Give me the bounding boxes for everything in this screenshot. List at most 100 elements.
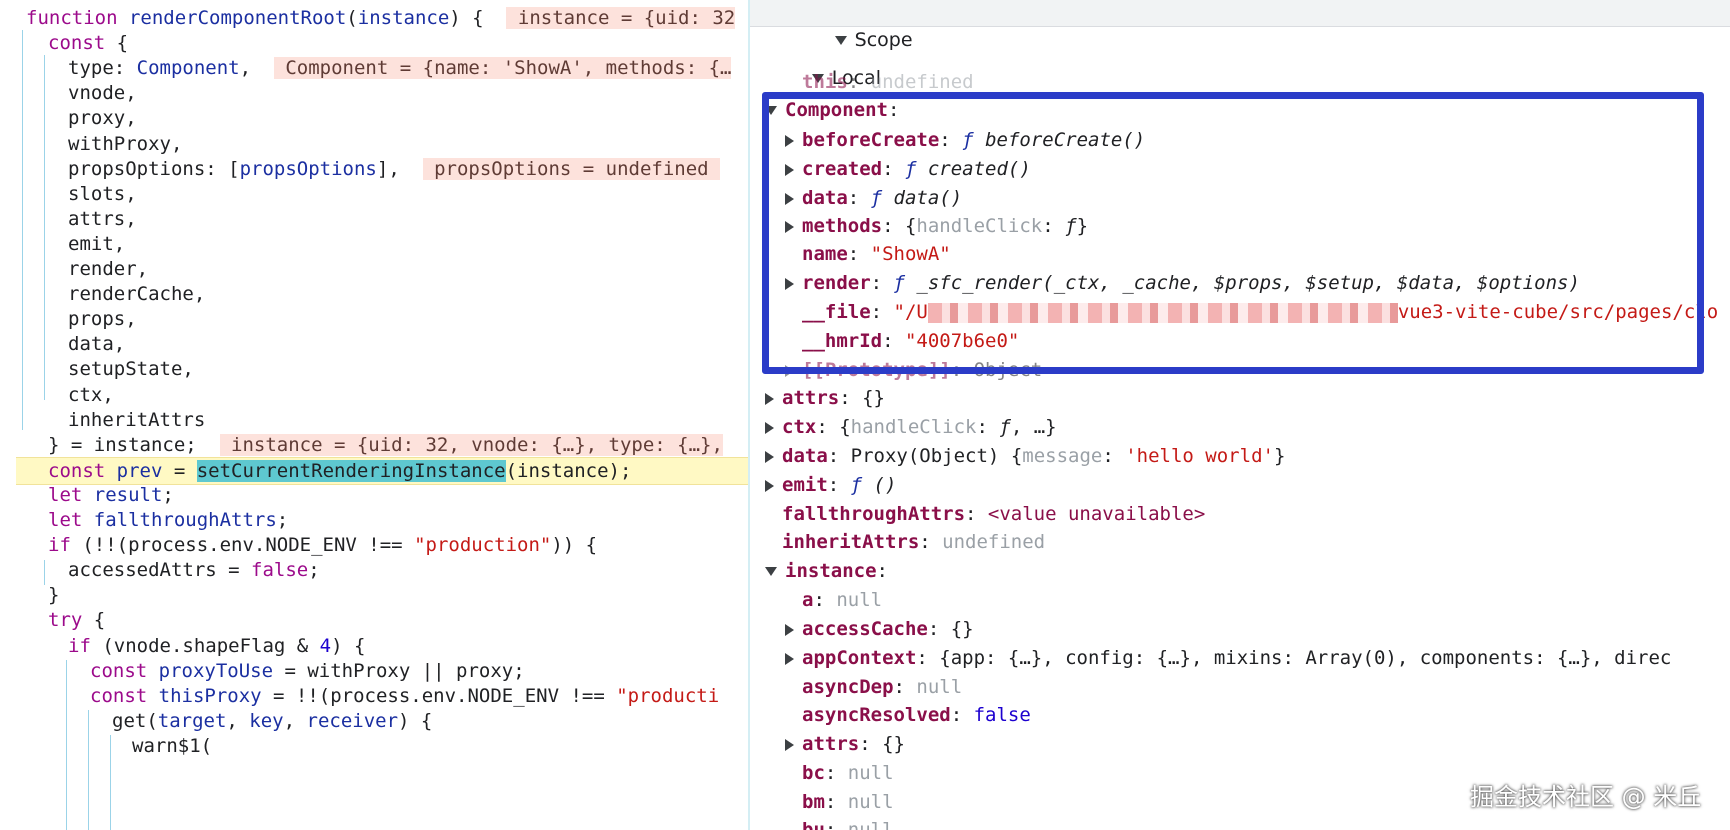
code-token: withProxy,	[68, 132, 183, 155]
property-key: a	[802, 589, 814, 611]
scope-local-row[interactable]: Local	[766, 36, 881, 89]
property-key: emit	[782, 474, 828, 496]
code-token: ;	[308, 559, 320, 582]
code-line[interactable]: const proxyToUse = withProxy || proxy;	[0, 658, 748, 685]
code-token: =	[162, 459, 197, 482]
expand-arrow-icon[interactable]	[785, 652, 794, 665]
property-key: bc	[802, 762, 825, 784]
code-line[interactable]: warn$1(	[0, 733, 748, 760]
code-line[interactable]: ctx,	[0, 382, 748, 409]
code-token: slots,	[68, 182, 137, 205]
code-token: ],	[376, 157, 423, 180]
scope-property-row[interactable]: bc: null	[802, 759, 894, 787]
scope-property-row[interactable]: accessCache: {}	[785, 615, 974, 643]
property-value: <value unavailable>	[987, 503, 1206, 525]
code-line[interactable]: props,	[0, 306, 748, 333]
code-token: "production"	[414, 534, 552, 557]
code-token: {	[116, 32, 129, 55]
code-token: proxy,	[68, 107, 137, 130]
code-token: ctx,	[68, 383, 114, 406]
code-line[interactable]: const {	[0, 30, 748, 57]
code-line[interactable]: type: Component, Component = {name: 'Sho…	[0, 55, 748, 82]
code-line[interactable]: function renderComponentRoot(instance) {…	[0, 5, 748, 32]
property-value: null	[847, 791, 894, 813]
scope-property-row[interactable]: instance:	[765, 557, 888, 585]
code-line[interactable]: vnode,	[0, 80, 748, 107]
code-line[interactable]: }	[0, 582, 748, 609]
code-token: prev	[116, 459, 163, 482]
code-token: const	[48, 459, 117, 482]
expand-arrow-icon[interactable]	[765, 392, 774, 405]
key-separator: :	[950, 704, 974, 726]
code-line[interactable]: slots,	[0, 181, 748, 208]
expand-arrow-icon[interactable]	[785, 623, 794, 636]
code-token: propsOptions	[239, 157, 377, 180]
code-token: emit,	[68, 232, 126, 255]
code-line[interactable]: setupState,	[0, 356, 748, 383]
property-value: {}	[862, 387, 885, 409]
key-separator: :	[893, 676, 917, 698]
code-line[interactable]: attrs,	[0, 206, 748, 233]
scope-property-row[interactable]: data: Proxy(Object) {message: 'hello wor…	[765, 442, 1285, 470]
property-key: attrs	[782, 387, 840, 409]
scope-property-row[interactable]: inheritAttrs: undefined	[782, 528, 1045, 556]
scope-property-row[interactable]: bm: null	[802, 788, 894, 816]
property-value: {app: {…}, config: {…}, mixins: Array(0)…	[939, 647, 1672, 669]
scope-property-row[interactable]: emit: ƒ ()	[765, 471, 896, 499]
expand-arrow-icon[interactable]	[765, 421, 774, 434]
code-line[interactable]: get(target, key, receiver) {	[0, 708, 748, 735]
code-token: const	[48, 32, 117, 55]
code-line[interactable]: proxy,	[0, 105, 748, 132]
collapse-arrow-icon[interactable]	[765, 567, 777, 576]
scope-section-header[interactable]: Scope	[750, 0, 1730, 51]
code-token: accessedAttrs =	[68, 559, 252, 582]
code-line[interactable]: propsOptions: [propsOptions], propsOptio…	[0, 156, 748, 183]
scope-property-row[interactable]: a: null	[802, 586, 882, 614]
code-line[interactable]: inheritAttrs	[0, 407, 748, 434]
scope-property-row[interactable]: attrs: {}	[765, 384, 885, 412]
property-value: null	[847, 819, 894, 830]
code-token: = withProxy || proxy;	[273, 659, 525, 682]
code-line[interactable]: if (!!(process.env.NODE_ENV !== "product…	[0, 532, 748, 559]
code-token: )) {	[551, 534, 598, 557]
property-value: }	[1273, 445, 1286, 467]
code-line[interactable]: emit,	[0, 231, 748, 258]
code-line[interactable]: const thisProxy = !!(process.env.NODE_EN…	[0, 683, 748, 710]
paused-execution-line[interactable]: const prev = setCurrentRenderingInstance…	[16, 456, 748, 485]
code-line[interactable]: data,	[0, 331, 748, 358]
inline-value-badge: Component = {name: 'ShowA', methods: {…	[273, 57, 732, 80]
scope-property-row[interactable]: appContext: {app: {…}, config: {…}, mixi…	[785, 644, 1671, 672]
expand-arrow-icon[interactable]	[785, 738, 794, 751]
code-line[interactable]: renderCache,	[0, 281, 748, 308]
scope-property-row[interactable]: bu: null	[802, 816, 894, 830]
code-line[interactable]: } = instance; instance = {uid: 32, vnode…	[0, 432, 748, 459]
property-key: data	[782, 445, 828, 467]
property-value: null	[836, 589, 883, 611]
code-line[interactable]: render,	[0, 256, 748, 283]
scope-property-row[interactable]: asyncResolved: false	[802, 701, 1031, 729]
code-line[interactable]: let fallthroughAttrs;	[0, 507, 748, 534]
expand-arrow-icon[interactable]	[765, 479, 774, 492]
code-line[interactable]: accessedAttrs = false;	[0, 557, 748, 584]
property-key: attrs	[802, 733, 860, 755]
source-code-pane[interactable]: function renderComponentRoot(instance) {…	[0, 0, 748, 830]
scope-property-row[interactable]: asyncDep: null	[802, 673, 962, 701]
scope-property-row[interactable]: fallthroughAttrs: <value unavailable>	[782, 500, 1205, 528]
scope-property-row[interactable]: ctx: {handleClick: ƒ, …}	[765, 413, 1057, 441]
code-line[interactable]: let result;	[0, 482, 748, 509]
property-key: inheritAttrs	[782, 531, 920, 553]
code-line[interactable]: try {	[0, 607, 748, 634]
code-token: (	[346, 7, 358, 29]
property-value: 'hello world'	[1125, 445, 1274, 467]
code-line[interactable]: if (vnode.shapeFlag & 4) {	[0, 633, 748, 660]
code-token: false	[251, 559, 309, 582]
code-token: const	[90, 659, 159, 682]
scope-property-row[interactable]: attrs: {}	[785, 730, 905, 758]
key-separator: :	[827, 445, 851, 467]
code-token: }	[48, 584, 60, 607]
scope-header-row[interactable]: Scope	[766, 0, 913, 51]
expand-arrow-icon[interactable]	[765, 450, 774, 463]
code-token: ;	[276, 509, 289, 531]
code-token: instance	[357, 7, 450, 29]
code-line[interactable]: withProxy,	[0, 131, 748, 158]
